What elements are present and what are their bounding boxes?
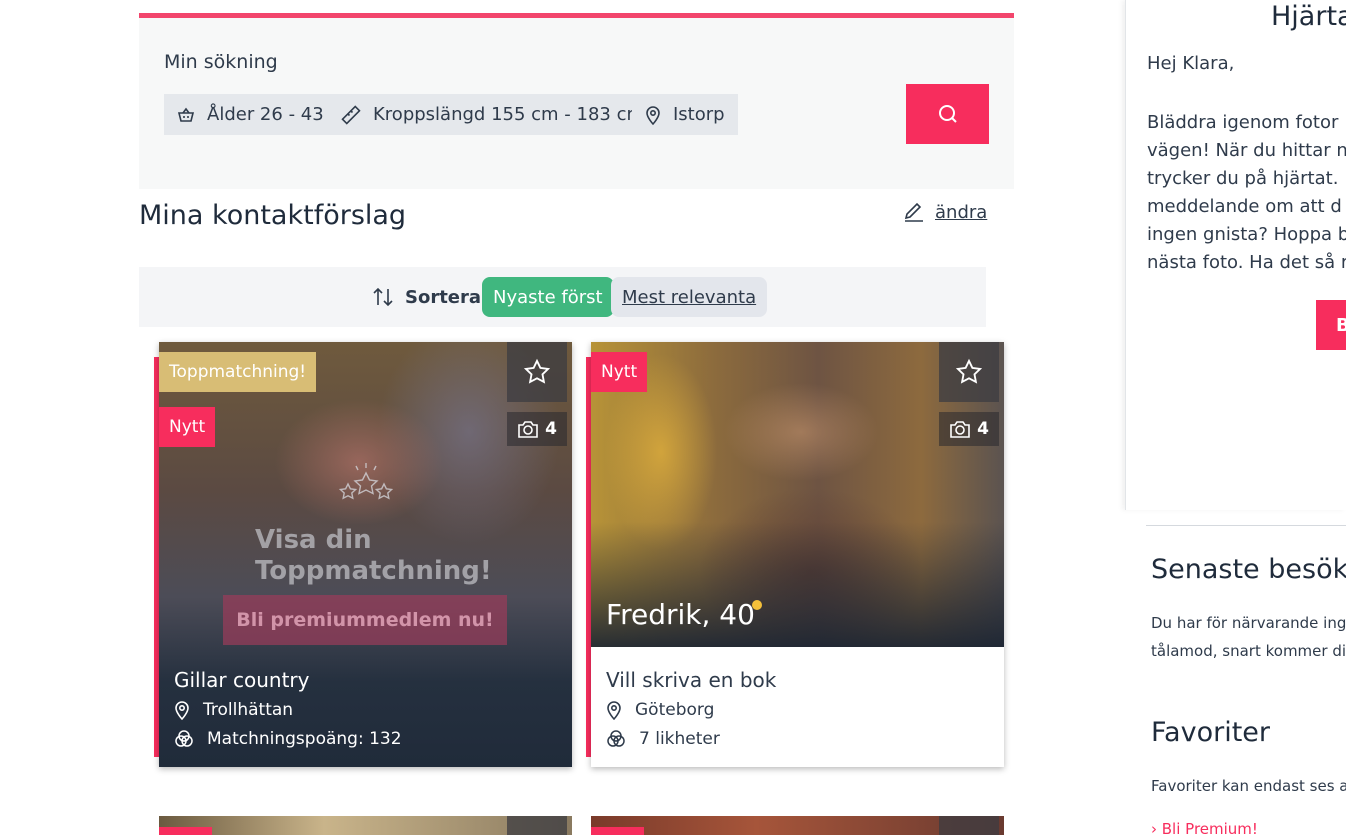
card-location: Trollhättan <box>174 700 293 720</box>
sort-relevant-button[interactable]: Mest relevanta <box>611 277 768 317</box>
new-badge: Nytt <box>159 407 216 447</box>
photo-count: 4 <box>939 412 999 446</box>
location-filter-chip[interactable]: Istorp <box>632 94 738 135</box>
edit-search-link[interactable]: ändra <box>903 201 987 223</box>
height-filter-chip[interactable]: Kroppslängd 155 cm - 183 cm <box>328 94 658 135</box>
ruler-icon <box>341 104 361 125</box>
top-match-badge: Toppmatchning! <box>159 352 317 392</box>
upsell-title: Visa din Toppmatchning! <box>255 525 492 586</box>
location-pin-icon <box>646 105 660 125</box>
age-filter-chip[interactable]: Ålder 26 - 43 <box>164 94 337 135</box>
new-badge <box>591 827 644 835</box>
sort-label: Sortera: <box>405 287 489 308</box>
profile-name-age[interactable]: Fredrik, 40 <box>606 598 755 631</box>
recent-visitors-text: Du har för närvarande ing tålamod, snart… <box>1151 609 1346 665</box>
card-match-score: Matchningspoäng: 132 <box>174 729 402 749</box>
age-filter-label: Ålder 26 - 43 <box>207 104 324 125</box>
star-icon <box>523 358 551 384</box>
suggestions-title: Mina kontaktförslag <box>139 200 407 231</box>
height-filter-label: Kroppslängd 155 cm - 183 cm <box>373 104 645 125</box>
stars-sparkle-icon <box>338 463 394 500</box>
card-location-text: Göteborg <box>635 700 715 720</box>
photo-count-value: 4 <box>977 419 989 439</box>
card-similarities-text: 7 likheter <box>639 729 720 749</box>
card-tagline: Vill skriva en bok <box>606 668 777 692</box>
favorite-button[interactable] <box>939 816 999 835</box>
photo-count-value: 4 <box>545 419 557 439</box>
match-circles-icon <box>607 730 625 747</box>
become-premium-button[interactable]: Bli premiummedlem nu! <box>223 595 507 645</box>
profile-card[interactable] <box>591 816 1004 835</box>
profile-card[interactable] <box>159 816 572 835</box>
online-status-dot <box>752 600 762 610</box>
hearts-line: ingen gnista? Hoppa b <box>1147 224 1346 245</box>
recent-line: tålamod, snart kommer di <box>1151 642 1346 660</box>
card-match-score-text: Matchningspoäng: 132 <box>207 729 402 749</box>
search-button[interactable] <box>906 84 989 144</box>
hearts-line: meddelande om att d <box>1147 196 1342 217</box>
profile-card[interactable]: Toppmatchning! Nytt 4 Visa din Toppmatch… <box>159 342 572 767</box>
star-icon <box>955 358 983 384</box>
favorites-title: Favoriter <box>1151 717 1270 748</box>
hearts-panel: Hjärta Hej Klara, Bläddra igenom fotor v… <box>1125 0 1346 510</box>
hearts-start-button[interactable]: B <box>1316 300 1346 350</box>
hearts-title: Hjärta <box>1271 1 1346 32</box>
new-badge <box>159 827 212 835</box>
edit-label: ändra <box>935 201 988 223</box>
profile-card[interactable]: Nytt 4 Fredrik, 40 Vill skriva en bok Gö… <box>591 342 1004 767</box>
hearts-line: Bläddra igenom fotor <box>1147 112 1339 133</box>
card-location-text: Trollhättan <box>203 700 294 720</box>
sort-arrows-icon <box>373 287 393 307</box>
location-filter-label: Istorp <box>673 104 725 125</box>
match-circles-icon <box>175 730 193 747</box>
pencil-icon <box>904 202 923 222</box>
hearts-greeting: Hej Klara, <box>1147 53 1235 74</box>
location-pin-icon <box>175 701 189 720</box>
hearts-line: nästa foto. Ha det så r <box>1147 252 1346 273</box>
new-badge: Nytt <box>591 352 648 392</box>
search-heading: Min sökning <box>164 51 278 73</box>
camera-icon <box>518 421 538 438</box>
favorites-text: Favoriter kan endast ses a <box>1151 777 1346 795</box>
search-panel: Min sökning Ålder 26 - 43 Kroppslängd 15… <box>139 13 1014 189</box>
hearts-line: trycker du på hjärtat. <box>1147 168 1339 189</box>
favorite-button[interactable] <box>507 342 567 402</box>
card-similarities: 7 likheter <box>606 729 720 749</box>
divider <box>1146 525 1346 526</box>
become-premium-link[interactable]: › Bli Premium! <box>1151 820 1258 835</box>
photo-count: 4 <box>507 412 567 446</box>
favorite-button[interactable] <box>939 342 999 402</box>
recent-line: Du har för närvarande ing <box>1151 614 1346 632</box>
card-location: Göteborg <box>606 700 714 720</box>
camera-icon <box>950 421 970 438</box>
hearts-line: vägen! När du hittar n <box>1147 140 1346 161</box>
card-tagline: Gillar country <box>174 668 310 692</box>
sort-bar: Sortera: Nyaste först Mest relevanta <box>139 267 986 327</box>
favorite-button[interactable] <box>507 816 567 835</box>
sort-newest-button[interactable]: Nyaste först <box>482 277 614 317</box>
search-icon <box>938 105 957 123</box>
location-pin-icon <box>607 701 621 720</box>
hearts-description: Bläddra igenom fotor vägen! När du hitta… <box>1147 109 1346 277</box>
recent-visitors-title: Senaste besöka <box>1151 554 1346 585</box>
basket-icon <box>177 107 195 122</box>
